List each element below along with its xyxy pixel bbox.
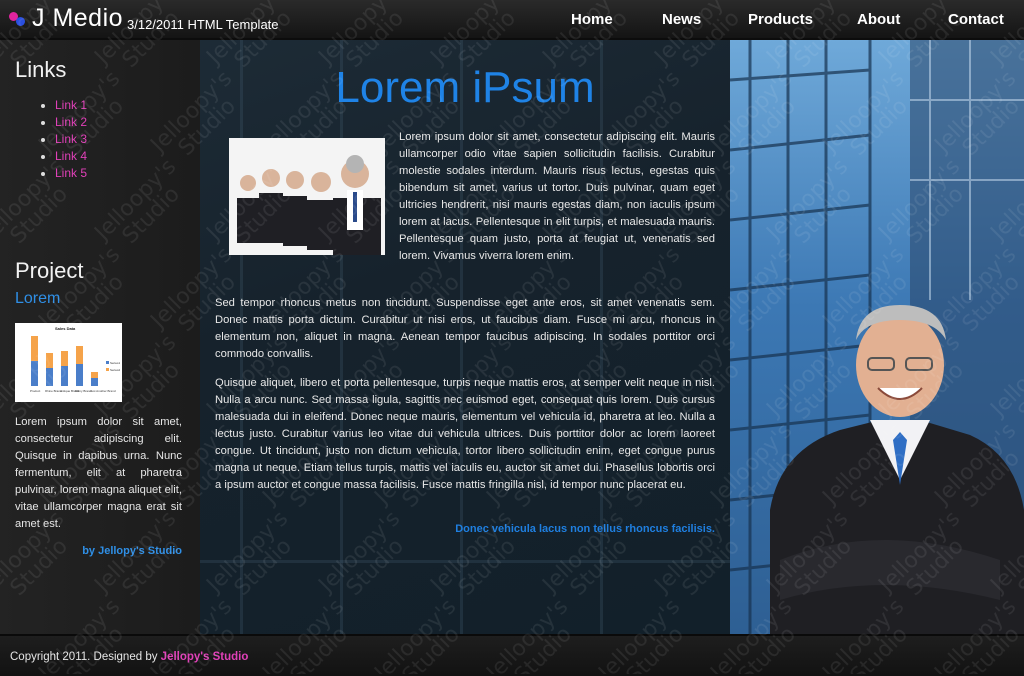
thumb-category-label: Product [30, 389, 41, 393]
hero-image [730, 40, 1024, 634]
list-item: Link 1 [55, 97, 87, 114]
project-heading: Project [15, 258, 84, 283]
thumb-legend-label: Series2 [110, 368, 121, 372]
project-chart-thumbnail: Sales DataProduct Rhine BrandAntique Bran… [30, 326, 121, 393]
thumb-legend-label: Series1 [110, 361, 121, 365]
list-item: Link 4 [55, 148, 87, 165]
footer-designer-link[interactable]: Jellopy's Studio [161, 651, 249, 663]
nav-products[interactable]: Products [748, 11, 813, 28]
logo-icon [9, 12, 27, 26]
site-title[interactable]: J Medio [32, 4, 123, 33]
thumb-bar [91, 372, 98, 378]
thumb-bar [76, 364, 83, 386]
list-item: Link 3 [55, 131, 87, 148]
project-credit[interactable]: by Jellopy's Studio [82, 545, 182, 557]
project-thumbnail[interactable]: Sales Data Product Rhine Brand Antique Bran… [15, 323, 122, 402]
team-photo [229, 138, 385, 255]
thumb-bar [46, 368, 53, 386]
footer: Copyright 2011. Designed by Jellopy's St… [0, 634, 1024, 676]
intro-paragraph: Lorem ipsum dolor sit amet, consectetur … [399, 131, 715, 262]
thumb-bar [31, 361, 38, 386]
thumb-legend-swatch [106, 368, 109, 371]
thumb-bar [61, 366, 68, 386]
thumb-bar [31, 336, 38, 361]
businessman-photo [730, 40, 1024, 634]
links-heading: Links [15, 57, 67, 82]
site-tagline: 3/12/2011 HTML Template [127, 17, 279, 32]
body-paragraph-1: Sed tempor rhoncus metus non tincidunt. … [215, 297, 715, 360]
thumb-category-label: Just Another Brand [90, 389, 116, 393]
sidebar-link-2[interactable]: Link 2 [55, 115, 87, 129]
project-text: Lorem ipsum dolor sit amet, consectetur … [15, 416, 182, 530]
main-credit-link[interactable]: Donec vehicula lacus non tellus rhoncus … [455, 523, 715, 535]
project-subheading: Lorem [15, 290, 61, 307]
list-item: Link 5 [55, 165, 87, 182]
nav-contact[interactable]: Contact [948, 11, 1004, 28]
thumb-chart-title: Sales Data [55, 326, 76, 331]
sidebar-link-4[interactable]: Link 4 [55, 149, 87, 163]
thumb-bar [46, 353, 53, 368]
thumb-bar [76, 346, 83, 364]
footer-copyright: Copyright 2011. Designed by Jellopy's St… [10, 651, 248, 663]
thumb-bar [91, 378, 98, 386]
sidebar: Links Link 1 Link 2 Link 3 Link 4 Link 5… [0, 40, 200, 634]
main-content: Lorem iPsum Lorem ipsum dolor sit amet, … [200, 40, 730, 634]
links-list: Link 1 Link 2 Link 3 Link 4 Link 5 [38, 97, 87, 182]
page-title: Lorem iPsum [335, 63, 595, 112]
sidebar-link-1[interactable]: Link 1 [55, 98, 87, 112]
nav-news[interactable]: News [662, 11, 701, 28]
sidebar-link-5[interactable]: Link 5 [55, 166, 87, 180]
body-paragraph-2: Quisque aliquet, libero et porta pellent… [215, 377, 715, 491]
thumb-legend-swatch [106, 361, 109, 364]
team-photo-image [229, 138, 385, 255]
thumb-bar [61, 351, 68, 366]
list-item: Link 2 [55, 114, 87, 131]
footer-copyright-text: Copyright 2011. Designed by [10, 651, 158, 663]
nav-about[interactable]: About [857, 11, 900, 28]
sidebar-link-3[interactable]: Link 3 [55, 132, 87, 146]
header-bar: J Medio 3/12/2011 HTML Template Home New… [0, 0, 1024, 40]
nav-home[interactable]: Home [571, 11, 613, 28]
background-line [200, 560, 730, 563]
